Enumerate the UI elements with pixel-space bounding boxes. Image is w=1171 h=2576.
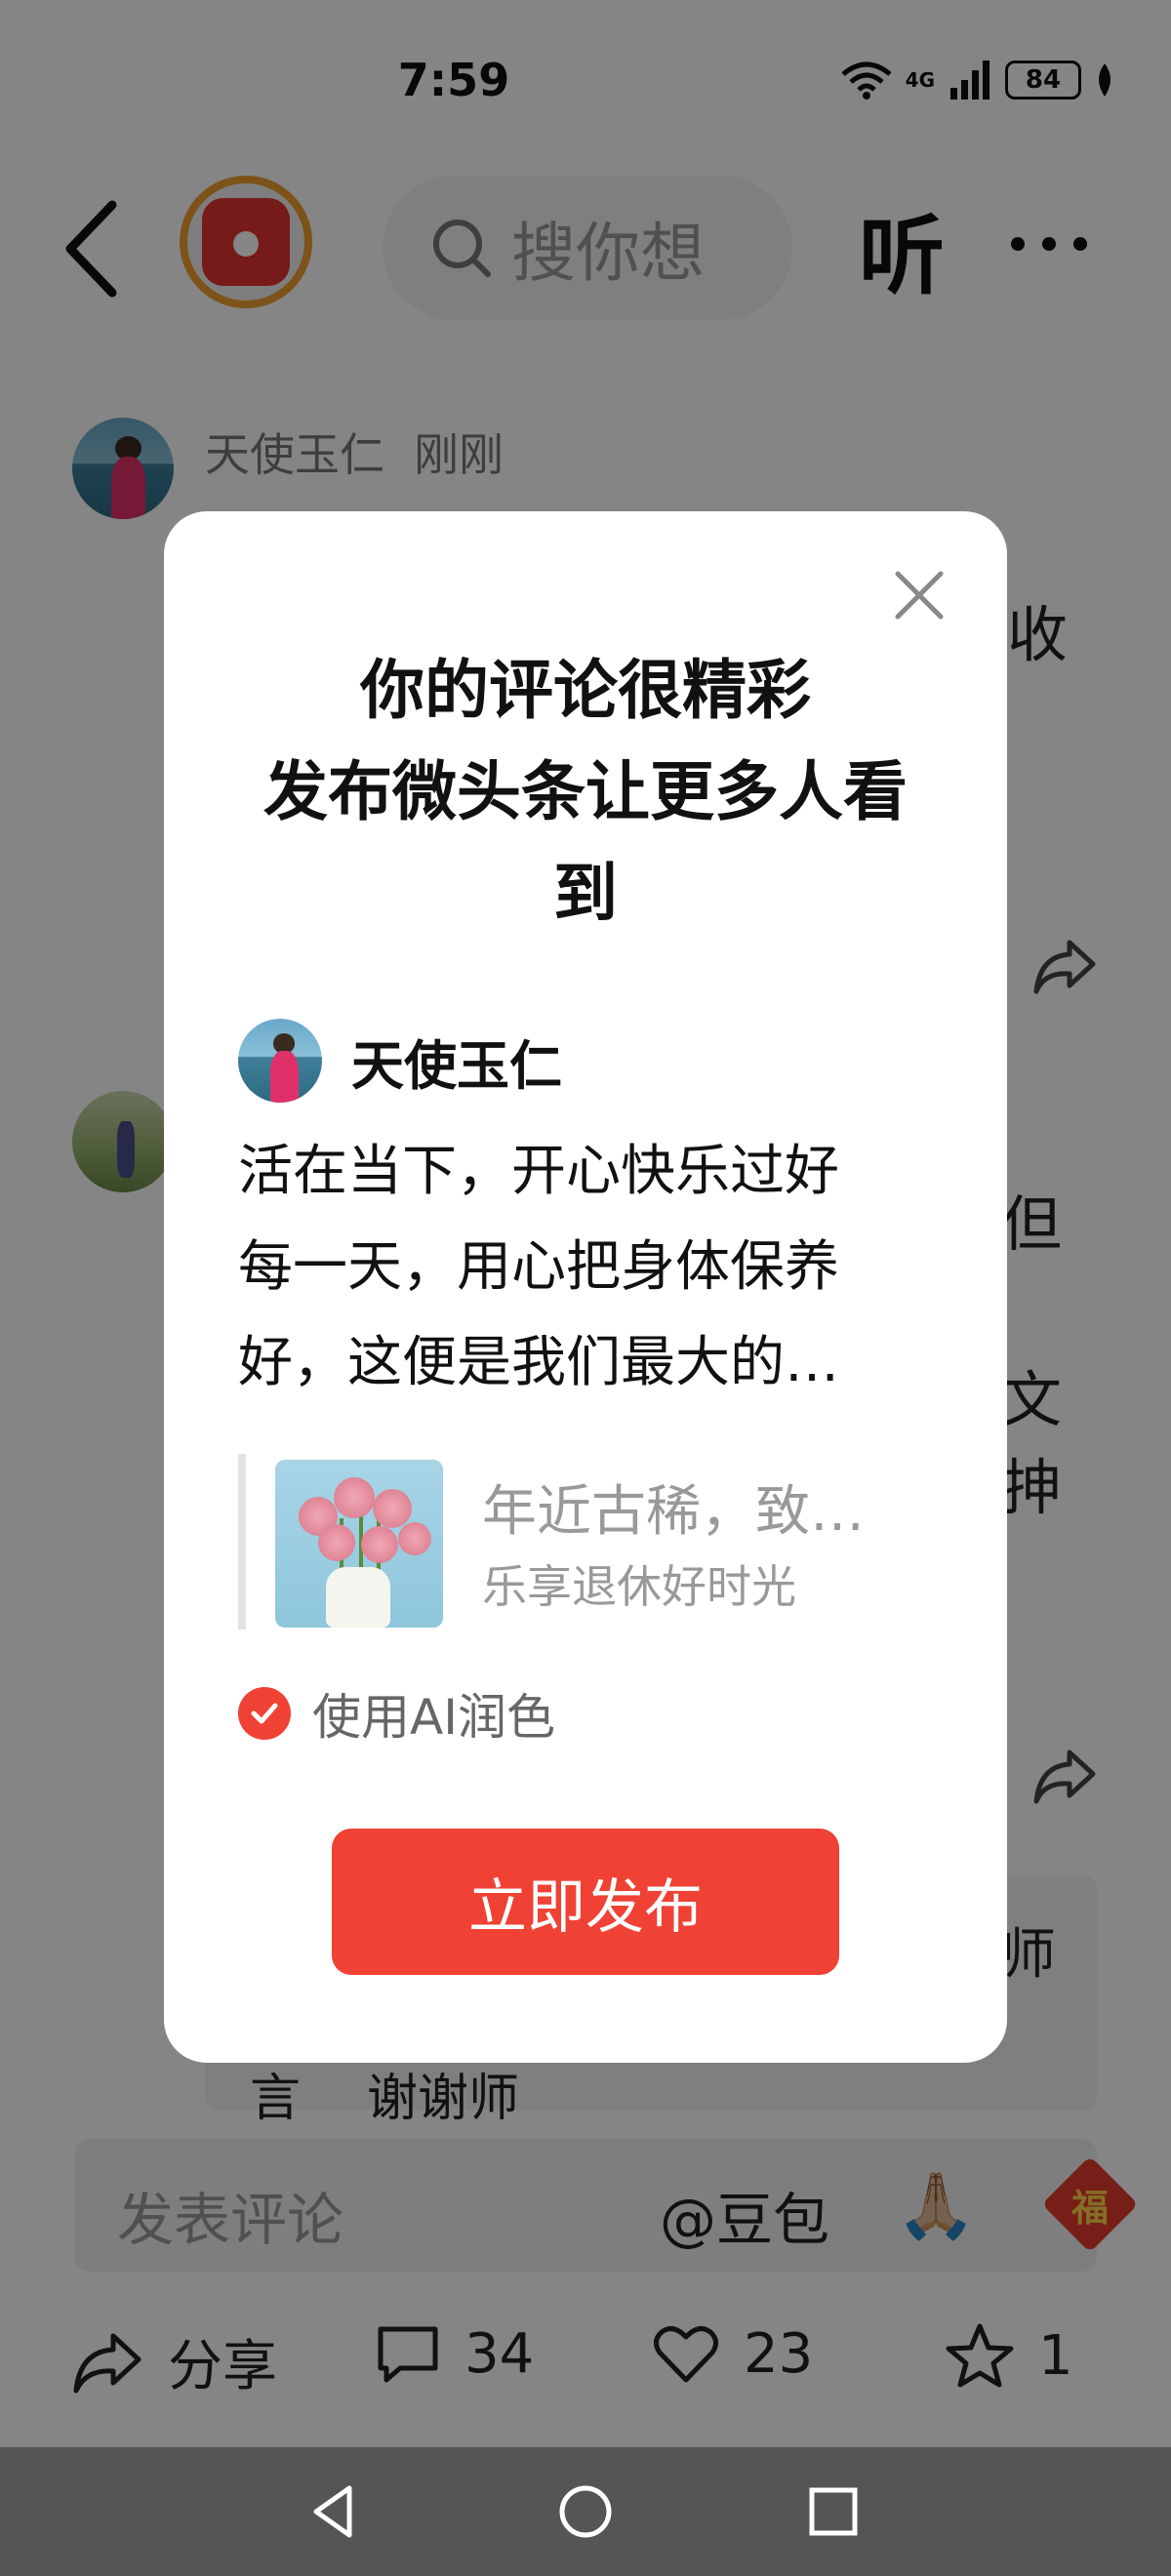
dialog-title-line: 发布微头条让更多人看 [263, 754, 908, 829]
roses-thumbnail [275, 1460, 443, 1628]
dialog-user-name: 天使玉仁 [351, 1034, 562, 1097]
dialog-title-line: 到 [553, 856, 618, 931]
dialog-title: 你的评论很精彩 发布微头条让更多人看 到 [222, 640, 949, 945]
ai-polish-toggle[interactable]: 使用AI润色 [238, 1678, 555, 1749]
nav-back-icon[interactable] [306, 2482, 365, 2541]
dialog-text-line: 活在当下，开心快乐过好 [238, 1140, 839, 1203]
publish-now-button[interactable]: 立即发布 [332, 1829, 839, 1975]
avatar [238, 1019, 322, 1103]
quote-subtitle: 乐享退休好时光 [482, 1560, 796, 1613]
dialog-text-line: 好，这便是我们最大的… [238, 1331, 839, 1394]
quoted-article: 年近古稀，致… 乐享退休好时光 [238, 1454, 933, 1630]
android-nav-bar [0, 2447, 1171, 2576]
dialog-title-line: 你的评论很精彩 [360, 653, 811, 728]
nav-recents-icon[interactable] [804, 2482, 863, 2541]
close-icon[interactable] [892, 568, 947, 623]
nav-home-icon[interactable] [556, 2482, 615, 2541]
publish-dialog: 你的评论很精彩 发布微头条让更多人看 到 天使玉仁 活在当下，开心快乐过好 每一… [164, 511, 1007, 2063]
ai-polish-label: 使用AI润色 [312, 1689, 555, 1746]
dialog-comment-text: 活在当下，开心快乐过好 每一天，用心把身体保养 好，这便是我们最大的… [238, 1124, 911, 1411]
checkbox-checked-icon [238, 1687, 291, 1740]
dialog-user: 天使玉仁 [238, 1019, 562, 1103]
quote-title: 年近古稀，致… [482, 1480, 865, 1544]
dialog-text-line: 每一天，用心把身体保养 [238, 1235, 839, 1299]
